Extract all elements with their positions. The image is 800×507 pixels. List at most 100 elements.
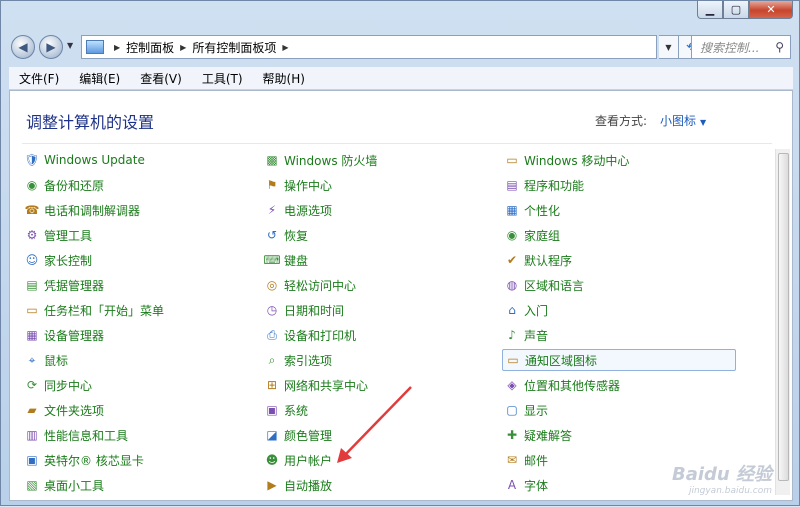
forward-button[interactable]: ▶: [39, 35, 63, 59]
item-network[interactable]: ⊞ 网络和共享中心: [264, 374, 368, 396]
item-clock[interactable]: ◷ 日期和时间: [264, 299, 344, 321]
item-backup[interactable]: ◉ 备份和还原: [24, 174, 104, 196]
item-label[interactable]: 同步中心: [44, 377, 92, 394]
item-label[interactable]: 索引选项: [284, 352, 332, 369]
item-label[interactable]: 默认程序: [524, 252, 572, 269]
breadcrumb-all-items[interactable]: 所有控制面板项: [192, 39, 276, 56]
menu-tools[interactable]: 工具(T): [192, 70, 253, 87]
item-credential[interactable]: ▤ 凭据管理器: [24, 274, 104, 296]
item-family[interactable]: ☺ 家长控制: [24, 249, 92, 271]
item-label[interactable]: 邮件: [524, 452, 548, 469]
item-sound[interactable]: ♪ 声音: [504, 324, 548, 346]
item-restore[interactable]: ↺ 恢复: [264, 224, 308, 246]
item-sensor[interactable]: ◈ 位置和其他传感器: [504, 374, 620, 396]
item-label[interactable]: 用户帐户: [284, 452, 332, 469]
breadcrumb-control-panel[interactable]: 控制面板: [126, 39, 174, 56]
item-label[interactable]: 轻松访问中心: [284, 277, 356, 294]
item-flag[interactable]: ⚑ 操作中心: [264, 174, 332, 196]
item-label[interactable]: 凭据管理器: [44, 277, 104, 294]
item-label[interactable]: 恢复: [284, 227, 308, 244]
item-troubleshoot[interactable]: ✚ 疑难解答: [504, 424, 572, 446]
item-personalize[interactable]: ▦ 个性化: [504, 199, 560, 221]
item-label[interactable]: 鼠标: [44, 352, 68, 369]
item-label[interactable]: 管理工具: [44, 227, 92, 244]
item-keyboard[interactable]: ⌨ 键盘: [263, 249, 308, 271]
item-label[interactable]: 备份和还原: [44, 177, 104, 194]
item-label[interactable]: 电源选项: [284, 202, 332, 219]
item-autoplay[interactable]: ▶ 自动播放: [264, 474, 332, 496]
item-label[interactable]: 英特尔® 核芯显卡: [44, 452, 144, 469]
item-homegroup[interactable]: ◉ 家庭组: [504, 224, 560, 246]
chevron-down-icon[interactable]: ▼: [700, 118, 706, 127]
item-label[interactable]: 桌面小工具: [44, 477, 104, 494]
item-label[interactable]: Windows Update: [44, 153, 145, 167]
menu-file[interactable]: 文件(F): [9, 70, 69, 87]
vertical-scrollbar[interactable]: [775, 149, 790, 495]
item-shield[interactable]: 🛡 Windows Update: [24, 149, 145, 171]
item-folder[interactable]: ▰ 文件夹选项: [24, 399, 104, 421]
item-label[interactable]: 电话和调制解调器: [44, 202, 140, 219]
item-label[interactable]: Windows 防火墙: [284, 152, 377, 169]
item-label[interactable]: 任务栏和「开始」菜单: [44, 302, 164, 319]
item-color[interactable]: ◪ 颜色管理: [264, 424, 332, 446]
item-label[interactable]: 家庭组: [524, 227, 560, 244]
item-printer[interactable]: ⎙ 设备和打印机: [264, 324, 356, 346]
item-tray[interactable]: ▭ 通知区域图标: [502, 349, 736, 371]
item-label[interactable]: 自动播放: [284, 477, 332, 494]
item-users[interactable]: ☻ 用户帐户: [264, 449, 332, 471]
item-power[interactable]: ⚡ 电源选项: [264, 199, 332, 221]
item-label[interactable]: 位置和其他传感器: [524, 377, 620, 394]
item-label[interactable]: 个性化: [524, 202, 560, 219]
menu-edit[interactable]: 编辑(E): [69, 70, 130, 87]
item-label[interactable]: 性能信息和工具: [44, 427, 128, 444]
address-bar[interactable]: ▶ 控制面板 ▶ 所有控制面板项 ▶: [81, 35, 657, 59]
item-label[interactable]: 文件夹选项: [44, 402, 104, 419]
item-taskbar[interactable]: ▭ 任务栏和「开始」菜单: [24, 299, 164, 321]
item-tools[interactable]: ⚙ 管理工具: [24, 224, 92, 246]
item-label[interactable]: 键盘: [284, 252, 308, 269]
item-index[interactable]: ⌕ 索引选项: [264, 349, 332, 371]
item-mail[interactable]: ✉ 邮件: [504, 449, 548, 471]
breadcrumb-chevron-icon[interactable]: ▶: [180, 43, 186, 52]
item-label[interactable]: 程序和功能: [524, 177, 584, 194]
item-sync[interactable]: ⟳ 同步中心: [24, 374, 92, 396]
item-gadget[interactable]: ▧ 桌面小工具: [24, 474, 104, 496]
item-label[interactable]: 入门: [524, 302, 548, 319]
item-font[interactable]: A 字体: [504, 474, 548, 496]
search-icon[interactable]: ⚲: [775, 40, 784, 54]
item-label[interactable]: 显示: [524, 402, 548, 419]
item-performance[interactable]: ▥ 性能信息和工具: [24, 424, 128, 446]
item-intel[interactable]: ▣ 英特尔® 核芯显卡: [24, 449, 144, 471]
item-label[interactable]: 设备和打印机: [284, 327, 356, 344]
menu-help[interactable]: 帮助(H): [253, 70, 315, 87]
minimize-button[interactable]: ▁: [697, 1, 723, 19]
item-label[interactable]: 区域和语言: [524, 277, 584, 294]
item-label[interactable]: Windows 移动中心: [524, 152, 629, 169]
item-globe[interactable]: ◍ 区域和语言: [504, 274, 584, 296]
item-label[interactable]: 日期和时间: [284, 302, 344, 319]
view-by-value[interactable]: 小图标: [660, 114, 696, 128]
scrollbar-thumb[interactable]: [778, 153, 789, 481]
item-phone[interactable]: ☎ 电话和调制解调器: [24, 199, 141, 221]
address-dropdown-icon[interactable]: ▼: [659, 35, 679, 59]
item-display[interactable]: ▢ 显示: [504, 399, 548, 421]
search-input[interactable]: 搜索控制... ⚲: [691, 35, 791, 59]
item-label[interactable]: 通知区域图标: [525, 352, 597, 369]
item-label[interactable]: 颜色管理: [284, 427, 332, 444]
item-programs[interactable]: ▤ 程序和功能: [504, 174, 584, 196]
item-label[interactable]: 疑难解答: [524, 427, 572, 444]
item-label[interactable]: 设备管理器: [44, 327, 104, 344]
close-button[interactable]: ✕: [749, 1, 793, 19]
item-default[interactable]: ✔ 默认程序: [504, 249, 572, 271]
item-firewall[interactable]: ▩ Windows 防火墙: [264, 149, 377, 171]
item-label[interactable]: 家长控制: [44, 252, 92, 269]
item-device[interactable]: ▦ 设备管理器: [24, 324, 104, 346]
item-mouse[interactable]: ⌖ 鼠标: [24, 349, 68, 371]
item-system[interactable]: ▣ 系统: [264, 399, 308, 421]
view-by-dropdown[interactable]: 小图标 ▼: [660, 112, 706, 129]
maximize-button[interactable]: ▢: [723, 1, 749, 19]
menu-view[interactable]: 查看(V): [130, 70, 192, 87]
item-start[interactable]: ⌂ 入门: [504, 299, 548, 321]
breadcrumb-chevron-icon[interactable]: ▶: [282, 43, 288, 52]
item-label[interactable]: 声音: [524, 327, 548, 344]
